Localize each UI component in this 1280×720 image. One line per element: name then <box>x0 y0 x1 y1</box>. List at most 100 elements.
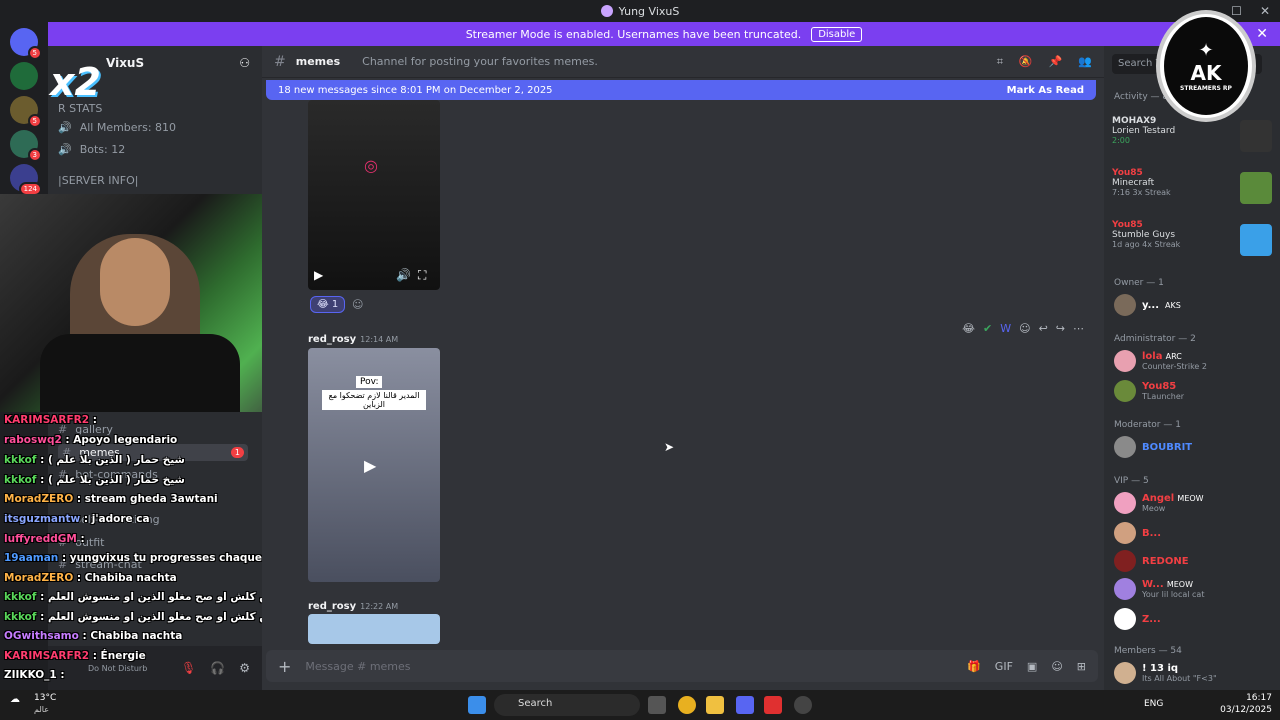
check-icon[interactable]: ✔ <box>983 322 992 335</box>
w-icon[interactable]: W <box>1000 322 1011 335</box>
chat-line: ZIIKKO_1 : <box>4 669 65 681</box>
maximize-icon[interactable]: ☐ <box>1231 4 1242 18</box>
message-author[interactable]: red_rosy 12:22 AM <box>308 601 398 612</box>
chat-line: 19aaman : yungvixus tu progresses chaque… <box>4 552 290 564</box>
mark-as-read-button[interactable]: Mark As Read <box>1007 85 1084 96</box>
message-composer[interactable]: + Message # memes 🎁 GIF ▣ ☺ ⊞ <box>266 650 1098 682</box>
chat-line: OGwithsamo : Chabiba nachta <box>4 630 183 642</box>
chat-line: raboswq2 : Apoyo legendario <box>4 434 178 446</box>
task-view-icon[interactable] <box>648 696 666 714</box>
close-icon[interactable]: ✕ <box>1260 4 1270 18</box>
avatar <box>1114 436 1136 458</box>
avatar <box>1114 522 1136 544</box>
app-icon[interactable] <box>794 696 812 714</box>
add-member-icon[interactable]: ⚇ <box>239 56 250 70</box>
chat-line: luffyreddGM : <box>4 533 85 545</box>
role-section: Owner — 1 <box>1114 278 1164 288</box>
chat-line: itsguzmantw : j'adore ca <box>4 513 150 525</box>
chrome-icon[interactable] <box>678 696 696 714</box>
message-timestamp: 12:14 AM <box>360 335 399 344</box>
channel-item[interactable]: 🔊 All Members: 810 <box>58 121 248 134</box>
windows-start-icon[interactable] <box>468 696 486 714</box>
weather-temp: 13°C <box>34 693 57 703</box>
video-attachment[interactable]: ◎ ▶ 🔊 ⛶ <box>308 100 440 290</box>
home-icon[interactable]: 5 <box>10 28 42 60</box>
member-item[interactable]: REDONE <box>1114 550 1272 572</box>
role-section: VIP — 5 <box>1114 476 1149 486</box>
apps-icon[interactable]: ⊞ <box>1077 660 1086 673</box>
member-item[interactable]: ! 13 iq Its All About "F<3" <box>1114 662 1272 684</box>
threads-icon[interactable]: ⌗ <box>997 55 1003 69</box>
fullscreen-icon[interactable]: ⛶ <box>418 268 426 283</box>
reply-icon[interactable]: ↩ <box>1039 322 1048 335</box>
emoji-icon[interactable]: 😂 <box>962 322 975 335</box>
taskbar-search[interactable]: Search <box>494 694 640 716</box>
chat-line: KARIMSARFR2 : <box>4 414 97 426</box>
video-caption: المدير قالنا لازم تضحكوا مع الزباين <box>322 390 426 410</box>
server-icon[interactable] <box>10 62 38 90</box>
streamer-banner-text: Streamer Mode is enabled. Usernames have… <box>465 27 802 41</box>
system-clock[interactable]: 16:17 03/12/2025 <box>1220 692 1272 716</box>
activity-card[interactable]: You85 Stumble Guys 1d ago 4x Streak <box>1112 220 1272 268</box>
hash-icon: # <box>274 53 286 70</box>
banner-close-icon[interactable]: ✕ <box>1256 26 1268 42</box>
pin-icon[interactable]: 📌 <box>1049 55 1063 69</box>
play-icon[interactable]: ▶ <box>314 268 323 282</box>
attach-plus-icon[interactable]: + <box>278 657 291 676</box>
header-tools: ⌗ 🔕 📌 👥 <box>997 55 1092 69</box>
channel-item[interactable]: 🔊 Bots: 12 <box>58 143 248 156</box>
notifications-icon[interactable]: 🔕 <box>1019 55 1033 69</box>
member-item[interactable]: You85 TLauncher <box>1114 380 1272 402</box>
video-caption-pov: Pov: <box>356 376 383 388</box>
forward-icon[interactable]: ↪ <box>1056 322 1065 335</box>
minecraft-icon <box>1240 172 1272 204</box>
member-item[interactable]: y... AKS <box>1114 294 1272 316</box>
composer-tools: 🎁 GIF ▣ ☺ ⊞ <box>967 660 1086 673</box>
message-author[interactable]: red_rosy 12:14 AM <box>308 334 398 345</box>
image-attachment[interactable] <box>308 614 440 644</box>
activity-card[interactable]: You85 Minecraft 7:16 3x Streak <box>1112 168 1272 216</box>
gif-icon[interactable]: GIF <box>995 660 1013 673</box>
gift-icon[interactable]: 🎁 <box>967 660 981 673</box>
streamer-logo: ✦ AK STREAMERS RP <box>1156 10 1256 122</box>
title-bar: Yung VixuS — ☐ ✕ <box>0 0 1280 22</box>
windows-taskbar: ☁ 13°C عالم Search ENG 16:17 03/12/2025 <box>0 690 1280 720</box>
stream-chat-overlay: KARIMSARFR2 : raboswq2 : Apoyo legendari… <box>0 414 316 684</box>
category-item[interactable]: |SERVER INFO| <box>58 174 248 187</box>
member-item[interactable]: lola ARC Counter-Strike 2 <box>1114 350 1272 372</box>
streamer-shirt <box>40 334 240 412</box>
channel-label: |SERVER INFO| <box>58 174 139 187</box>
disable-streamer-button[interactable]: Disable <box>811 26 863 42</box>
emoji-icon[interactable]: ☺ <box>1051 660 1062 673</box>
server-icon[interactable]: 3 <box>10 130 42 162</box>
avatar <box>1114 608 1136 630</box>
member-item[interactable]: W... MEOW Your lil local cat <box>1114 578 1272 600</box>
server-icon[interactable]: 124 <box>10 164 42 196</box>
discord-icon[interactable] <box>736 696 754 714</box>
member-item[interactable]: Z... <box>1114 608 1272 630</box>
more-icon[interactable]: ⋯ <box>1073 322 1084 335</box>
cursor-icon: ➤ <box>664 440 675 454</box>
new-messages-bar[interactable]: 18 new messages since 8:01 PM on Decembe… <box>266 80 1096 100</box>
add-reaction-icon[interactable]: ☺ <box>352 298 363 311</box>
activity-card[interactable]: MOHAX9 Lorien Testard 2:00 <box>1112 116 1272 164</box>
language-indicator[interactable]: ENG <box>1144 699 1163 709</box>
member-item[interactable]: Angel MEOW Meow <box>1114 492 1272 514</box>
weather-icon: ☁ <box>10 694 20 705</box>
play-icon[interactable]: ▶ <box>364 456 376 475</box>
sticker-icon[interactable]: ▣ <box>1027 660 1037 673</box>
streamer-head <box>100 238 170 326</box>
new-messages-text: 18 new messages since 8:01 PM on Decembe… <box>278 84 553 96</box>
member-item[interactable]: BOUBRIT <box>1114 436 1272 458</box>
video-attachment[interactable]: Pov: المدير قالنا لازم تضحكوا مع الزباين… <box>308 348 440 582</box>
member-item[interactable]: B... <box>1114 522 1272 544</box>
add-reaction-icon[interactable]: ☺ <box>1019 322 1030 335</box>
server-icon[interactable]: 5 <box>10 96 42 128</box>
volume-icon[interactable]: 🔊 <box>396 268 411 282</box>
members-icon[interactable]: 👥 <box>1078 55 1092 69</box>
file-explorer-icon[interactable] <box>706 696 724 714</box>
brave-icon[interactable] <box>764 696 782 714</box>
reaction-chip[interactable]: 😂 1 <box>310 296 346 313</box>
avatar <box>1114 662 1136 684</box>
message-timestamp: 12:22 AM <box>360 602 399 611</box>
